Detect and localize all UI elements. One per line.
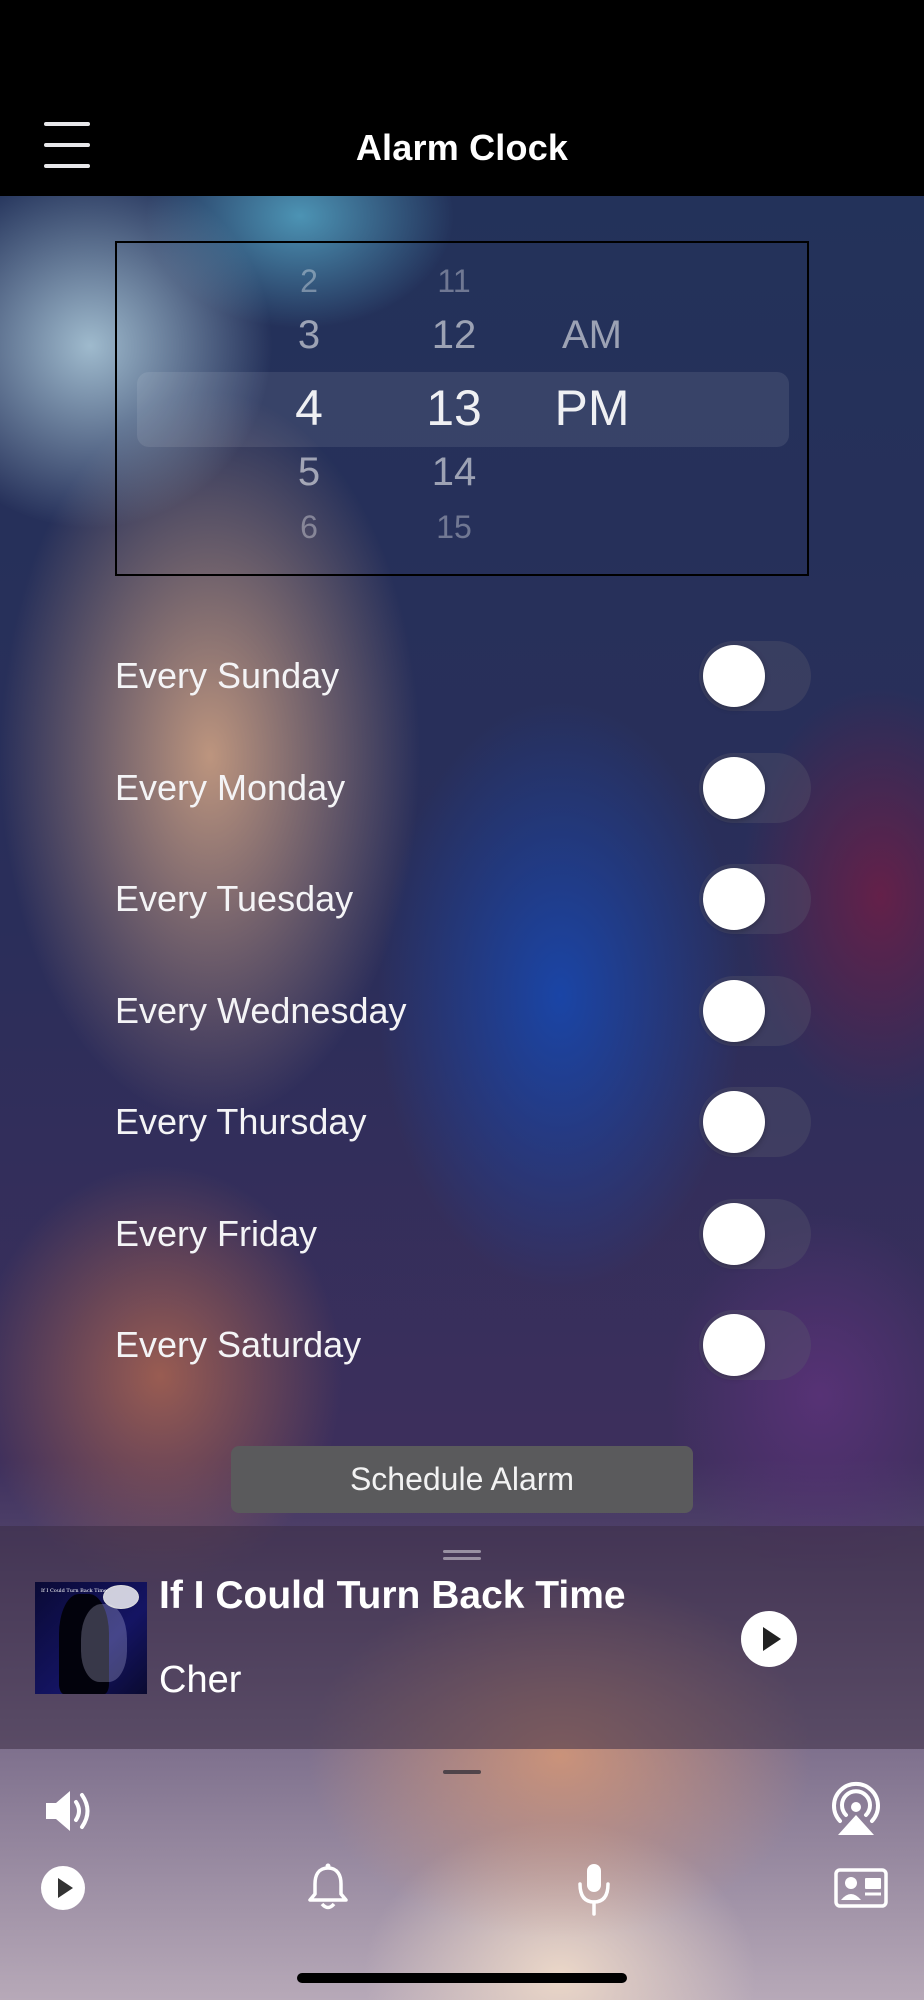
hour-selected[interactable]: 4 xyxy=(249,379,369,437)
wednesday-toggle[interactable] xyxy=(699,975,811,1046)
now-playing-bar[interactable]: If I Could Turn Back Time If I Could Tur… xyxy=(0,1526,924,1749)
minute-option[interactable]: 11 xyxy=(394,263,514,300)
mini-player-play-button[interactable] xyxy=(741,1611,797,1667)
schedule-alarm-button[interactable]: Schedule Alarm xyxy=(231,1446,693,1513)
day-label: Every Monday xyxy=(115,766,346,808)
day-label: Every Saturday xyxy=(115,1324,362,1365)
day-row-wednesday: Every Wednesday xyxy=(115,975,815,1088)
minute-selected[interactable]: 13 xyxy=(394,379,514,437)
page-title: Alarm Clock xyxy=(355,127,569,168)
hamburger-menu-icon[interactable] xyxy=(44,122,90,172)
status-bar xyxy=(0,0,924,100)
navigation-bar: Alarm Clock xyxy=(0,100,924,196)
toggle-knob xyxy=(703,1314,765,1376)
day-row-sunday: Every Sunday xyxy=(115,641,815,753)
toggle-knob xyxy=(703,1202,765,1265)
monday-toggle[interactable] xyxy=(699,752,811,823)
drag-handle[interactable] xyxy=(443,1550,481,1553)
day-label: Every Tuesday xyxy=(115,878,354,919)
thursday-toggle[interactable] xyxy=(699,1087,811,1157)
album-art: If I Could Turn Back Time xyxy=(35,1582,147,1694)
home-indicator xyxy=(297,1973,627,1983)
microphone-icon[interactable] xyxy=(576,1862,612,1916)
minute-option[interactable]: 15 xyxy=(394,509,514,546)
friday-toggle[interactable] xyxy=(699,1198,811,1269)
toggle-knob xyxy=(703,868,765,930)
day-row-saturday: Every Saturday xyxy=(115,1310,815,1422)
song-artist: Cher xyxy=(159,1659,242,1701)
day-label: Every Wednesday xyxy=(115,989,407,1031)
contact-card-icon[interactable] xyxy=(834,1866,888,1908)
hour-option[interactable]: 2 xyxy=(249,263,369,300)
tuesday-toggle[interactable] xyxy=(699,864,811,934)
minute-option[interactable]: 14 xyxy=(394,450,514,495)
hour-option[interactable]: 6 xyxy=(249,509,369,546)
period-selected[interactable]: PM xyxy=(532,379,652,437)
song-title: If I Could Turn Back Time xyxy=(159,1574,626,1617)
saturday-toggle[interactable] xyxy=(699,1310,811,1380)
day-row-friday: Every Friday xyxy=(115,1198,815,1311)
toggle-knob xyxy=(703,979,765,1042)
speaker-volume-icon[interactable] xyxy=(42,1785,96,1837)
day-row-tuesday: Every Tuesday xyxy=(115,864,815,976)
airplay-icon[interactable] xyxy=(826,1781,886,1837)
minute-option[interactable]: 12 xyxy=(394,313,514,358)
time-picker[interactable]: 2 3 4 5 6 11 12 13 14 15 AM PM xyxy=(115,241,809,576)
bell-icon[interactable] xyxy=(306,1862,350,1912)
toggle-knob xyxy=(703,645,765,707)
toggle-knob xyxy=(703,1091,765,1153)
play-circle-icon[interactable] xyxy=(40,1865,86,1911)
period-option[interactable]: AM xyxy=(532,313,652,358)
hour-option[interactable]: 5 xyxy=(249,450,369,495)
day-row-monday: Every Monday xyxy=(115,752,815,865)
day-label: Every Thursday xyxy=(115,1101,367,1142)
sunday-toggle[interactable] xyxy=(699,641,811,711)
day-row-thursday: Every Thursday xyxy=(115,1087,815,1199)
day-label: Every Friday xyxy=(115,1212,318,1254)
hour-option[interactable]: 3 xyxy=(249,313,369,358)
album-art-text: If I Could Turn Back Time xyxy=(41,1588,107,1594)
day-label: Every Sunday xyxy=(115,655,340,696)
toggle-knob xyxy=(703,756,765,819)
bottom-sheet-handle[interactable] xyxy=(443,1770,481,1774)
repeat-days-list: Every Sunday Every Monday Every Tuesday … xyxy=(115,641,815,1422)
